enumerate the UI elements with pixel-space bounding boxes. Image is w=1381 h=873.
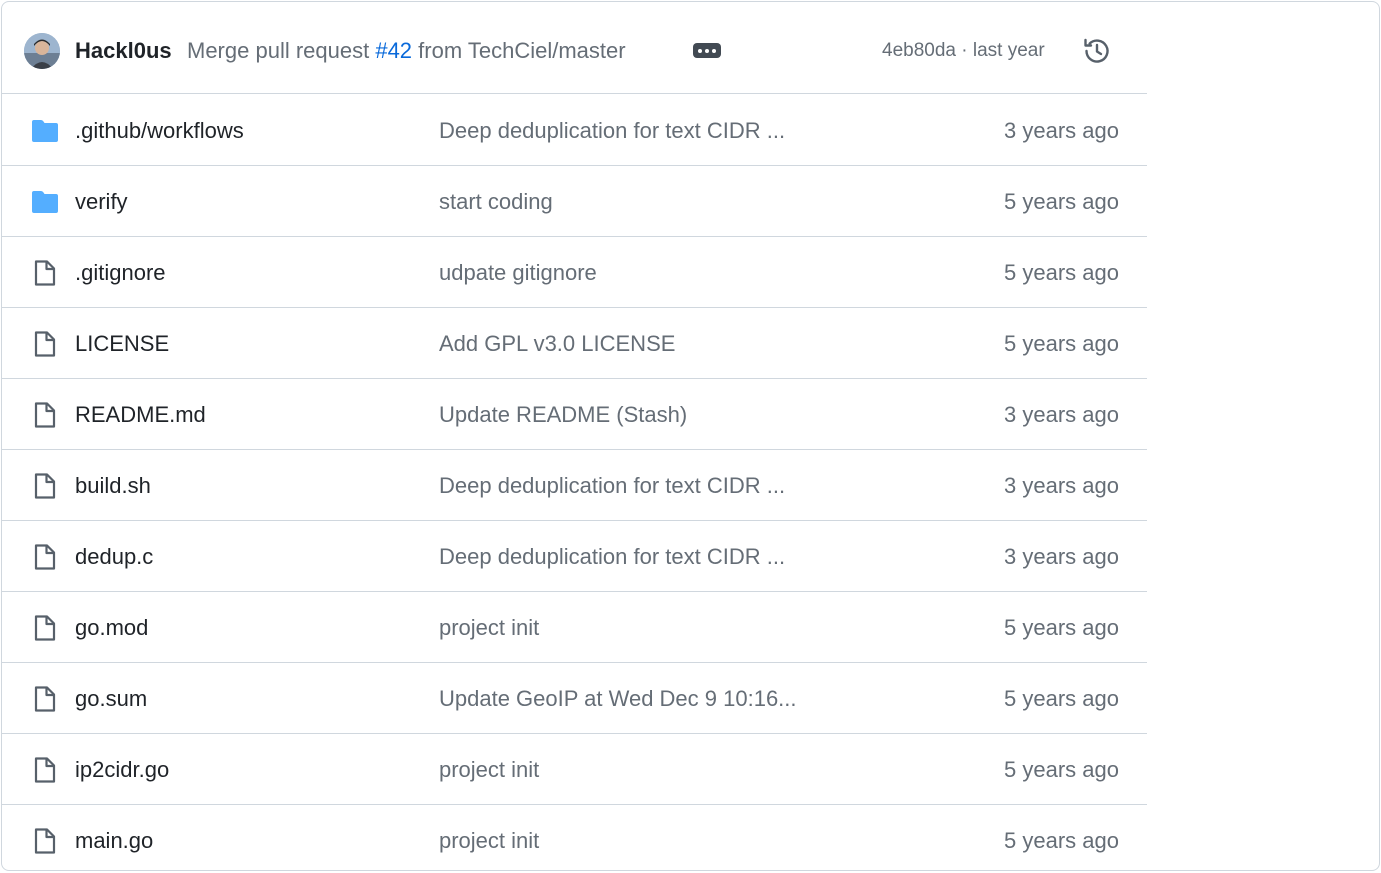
file-name-link[interactable]: .gitignore xyxy=(75,259,166,287)
avatar[interactable] xyxy=(24,33,60,69)
file-row[interactable]: build.sh Deep deduplication for text CIDR… xyxy=(2,450,1147,521)
file-name-link[interactable]: LICENSE xyxy=(75,330,169,358)
file-name-link[interactable]: build.sh xyxy=(75,472,151,500)
file-icon xyxy=(31,614,59,642)
file-icon xyxy=(31,685,59,713)
commit-age: 5 years ago xyxy=(1004,615,1119,640)
commit-message-link[interactable]: start coding xyxy=(439,188,553,216)
file-row[interactable]: go.sum Update GeoIP at Wed Dec 9 10:16...… xyxy=(2,663,1147,734)
commit-message-suffix[interactable]: from TechCiel/master xyxy=(412,38,625,63)
file-name-link[interactable]: README.md xyxy=(75,401,206,429)
pull-request-link[interactable]: #42 xyxy=(375,38,412,63)
file-icon xyxy=(31,756,59,784)
file-icon xyxy=(31,401,59,429)
file-row[interactable]: .gitignore udpate gitignore 5 years ago xyxy=(2,237,1147,308)
commit-age: 5 years ago xyxy=(1004,686,1119,711)
file-icon xyxy=(31,330,59,358)
file-row[interactable]: verify start coding 5 years ago xyxy=(2,166,1147,237)
file-name-link[interactable]: .github/workflows xyxy=(75,117,244,145)
commit-message[interactable]: Merge pull request #42 from TechCiel/mas… xyxy=(187,37,626,65)
file-row[interactable]: README.md Update README (Stash) 3 years ag… xyxy=(2,379,1147,450)
file-row[interactable]: ip2cidr.go project init 5 years ago xyxy=(2,734,1147,805)
latest-commit-bar: Hackl0us Merge pull request #42 from Tec… xyxy=(2,2,1147,94)
commit-message-link[interactable]: project init xyxy=(439,756,539,784)
file-name-link[interactable]: go.mod xyxy=(75,614,148,642)
file-name-link[interactable]: verify xyxy=(75,188,128,216)
commit-age: 5 years ago xyxy=(1004,331,1119,356)
file-row[interactable]: dedup.c Deep deduplication for text CIDR … xyxy=(2,521,1147,592)
commit-message-link[interactable]: Update README (Stash) xyxy=(439,401,687,429)
file-icon xyxy=(31,259,59,287)
file-name-link[interactable]: dedup.c xyxy=(75,543,153,571)
folder-icon xyxy=(31,188,59,216)
commit-author[interactable]: Hackl0us xyxy=(75,37,172,65)
file-icon xyxy=(31,543,59,571)
file-row[interactable]: LICENSE Add GPL v3.0 LICENSE 5 years ago xyxy=(2,308,1147,379)
folder-icon xyxy=(31,117,59,145)
commit-age: 5 years ago xyxy=(1004,828,1119,853)
commit-message-link[interactable]: Deep deduplication for text CIDR ... xyxy=(439,117,785,145)
commit-message-link[interactable]: udpate gitignore xyxy=(439,259,597,287)
commit-age: 3 years ago xyxy=(1004,544,1119,569)
commit-message-link[interactable]: Deep deduplication for text CIDR ... xyxy=(439,472,785,500)
commit-sha-time[interactable]: 4eb80da · last year xyxy=(882,39,1045,63)
commit-age: 5 years ago xyxy=(1004,189,1119,214)
history-icon[interactable] xyxy=(1081,35,1113,67)
commit-age: 5 years ago xyxy=(1004,260,1119,285)
file-name-link[interactable]: go.sum xyxy=(75,685,147,713)
file-row[interactable]: go.mod project init 5 years ago xyxy=(2,592,1147,663)
commit-message-link[interactable]: project init xyxy=(439,827,539,855)
file-icon xyxy=(31,472,59,500)
file-list: .github/workflows Deep deduplication for … xyxy=(2,95,1147,870)
commit-age: 3 years ago xyxy=(1004,402,1119,427)
commit-age: 3 years ago xyxy=(1004,118,1119,143)
commit-message-link[interactable]: Add GPL v3.0 LICENSE xyxy=(439,330,675,358)
file-icon xyxy=(31,827,59,855)
commit-message-link[interactable]: Update GeoIP at Wed Dec 9 10:16... xyxy=(439,685,797,713)
file-row[interactable]: .github/workflows Deep deduplication for … xyxy=(2,95,1147,166)
commit-message-link[interactable]: Deep deduplication for text CIDR ... xyxy=(439,543,785,571)
commit-age: 3 years ago xyxy=(1004,473,1119,498)
commit-message-link[interactable]: project init xyxy=(439,614,539,642)
commit-message-prefix[interactable]: Merge pull request xyxy=(187,38,375,63)
ellipsis-icon[interactable] xyxy=(693,43,721,58)
commit-age: 5 years ago xyxy=(1004,757,1119,782)
file-browser: Hackl0us Merge pull request #42 from Tec… xyxy=(1,1,1380,871)
file-row[interactable]: main.go project init 5 years ago xyxy=(2,805,1147,870)
file-name-link[interactable]: main.go xyxy=(75,827,153,855)
file-name-link[interactable]: ip2cidr.go xyxy=(75,756,169,784)
